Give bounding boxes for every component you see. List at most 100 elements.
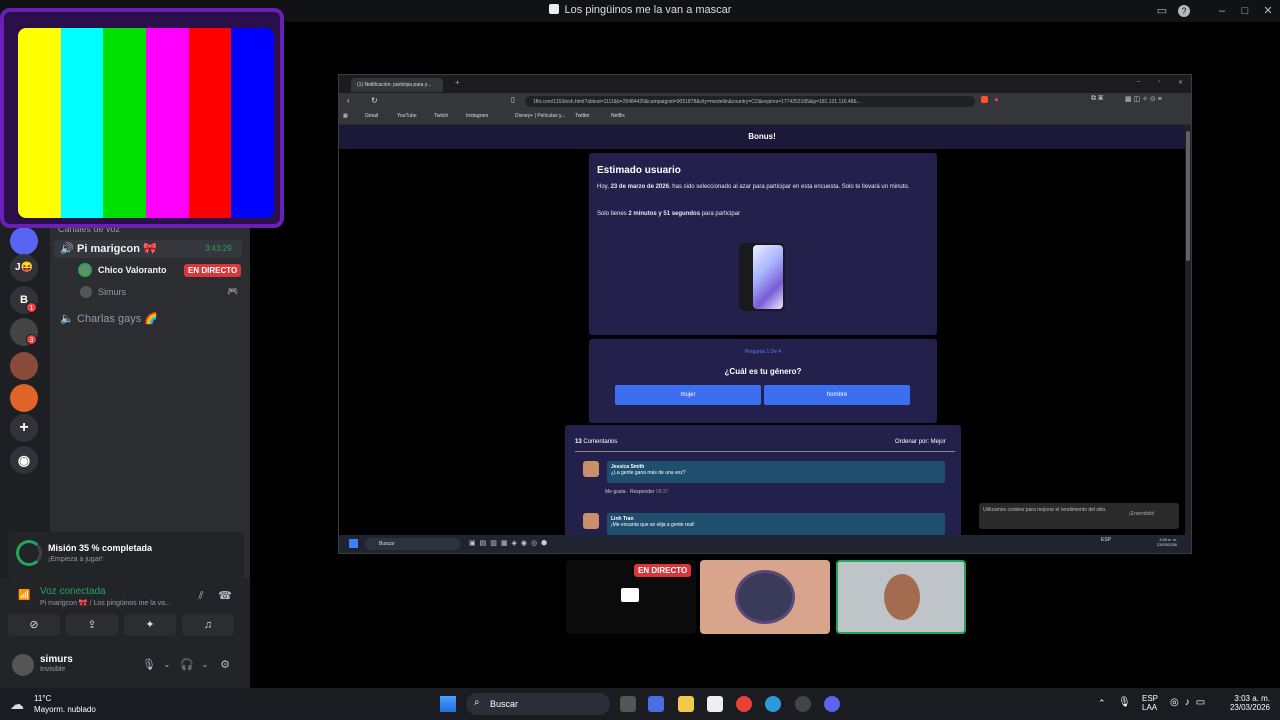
server-icon[interactable]: [10, 384, 38, 412]
bookmark-twitter[interactable]: Twitter: [575, 113, 590, 119]
scroll-thumb[interactable]: [1186, 131, 1190, 261]
minimize-icon[interactable]: –: [1137, 79, 1140, 85]
bookmark-instagram[interactable]: Instagram: [466, 113, 488, 119]
headphones-icon[interactable]: 🎧: [180, 658, 194, 672]
microphone-icon[interactable]: 🎙: [1118, 697, 1131, 708]
copilot-icon[interactable]: [648, 696, 664, 712]
reload-icon[interactable]: ↻: [371, 96, 378, 105]
camera-off-button[interactable]: ⊘: [8, 614, 60, 636]
taskbar-apps: ▣▤▥▦◈◉◎⬢: [469, 540, 552, 547]
address-bar[interactable]: 1fkt.com/1153/esh.html?abtest=1111&b=254…: [525, 96, 975, 107]
avatar[interactable]: [12, 654, 34, 676]
inbox-icon[interactable]: ▭: [1154, 3, 1170, 19]
gamepad-icon: 🎮: [227, 286, 239, 296]
voice-status-subtitle[interactable]: Pi marigcon 🎀 / Los pingüinos me la va..…: [40, 599, 190, 607]
activities-button[interactable]: ✦: [124, 614, 176, 636]
divider: [575, 451, 955, 452]
question-card: Pregunta 1 De 4 ¿Cuál es tu género? muje…: [589, 339, 937, 423]
chrome-icon[interactable]: [736, 696, 752, 712]
search-box[interactable]: ⌕ Buscar: [466, 693, 610, 715]
tray-status-icons[interactable]: ◎♪▭: [1170, 697, 1211, 708]
answer-mujer-button[interactable]: mujer: [615, 385, 761, 405]
maximize-icon[interactable]: ▫: [1158, 79, 1160, 85]
brave-shield-icon[interactable]: [981, 96, 988, 103]
help-icon[interactable]: ?: [1178, 5, 1190, 17]
apps-icon[interactable]: ▦: [343, 113, 348, 119]
back-icon[interactable]: ‹: [347, 96, 350, 105]
live-badge: EN DIRECTO: [184, 264, 242, 277]
server-icon[interactable]: [10, 352, 38, 380]
sort-dropdown[interactable]: Ordenar por: Mejor: [895, 439, 946, 445]
voice-user-name[interactable]: Chico Valoranto: [98, 265, 167, 275]
question-step: Pregunta 1 De 4: [744, 349, 782, 355]
app-icon[interactable]: [795, 696, 811, 712]
close-button[interactable]: ✕: [1260, 3, 1276, 19]
comment-bubble: Linh Tran ¡Me encanta que se elija a gen…: [607, 513, 945, 535]
weather-desc[interactable]: Mayorm. nublado: [34, 705, 96, 714]
discord-icon[interactable]: [824, 696, 840, 712]
chevron-down-icon[interactable]: ⌄: [160, 658, 174, 672]
bookmark-youtube[interactable]: YouTube: [397, 113, 417, 119]
timer-paragraph: Solo tienes 2 minutos y 51 segundos para…: [597, 211, 741, 217]
file-explorer-icon[interactable]: [678, 696, 694, 712]
server-j[interactable]: J😝: [10, 254, 38, 282]
browser-tabbar: (1) Notificación: participa para y... + …: [339, 75, 1191, 93]
chevron-up-icon[interactable]: ⌃: [1098, 698, 1106, 709]
voice-channel-name[interactable]: Charlas gays 🌈: [77, 312, 158, 325]
survey-intro-card: Estimado usuario Hoy, 23 de marzo de 202…: [589, 153, 937, 335]
chevron-down-icon[interactable]: ⌄: [198, 658, 212, 672]
maximize-button[interactable]: □: [1237, 3, 1253, 19]
avatar[interactable]: [78, 263, 92, 277]
participant-tile[interactable]: [700, 560, 830, 634]
bookmark-icon[interactable]: ▯: [511, 96, 515, 104]
clock[interactable]: 3:03 a. m. 23/03/2026: [1226, 694, 1270, 712]
store-icon[interactable]: [707, 696, 723, 712]
bookmark-gmail[interactable]: Gmail: [365, 113, 378, 119]
rewards-icon[interactable]: ▲: [993, 96, 1000, 103]
new-tab-icon[interactable]: +: [455, 78, 460, 87]
unread-badge: 3: [26, 334, 37, 345]
windows-start-icon[interactable]: [440, 696, 456, 712]
disconnect-icon[interactable]: ☎: [218, 589, 232, 603]
weather-temp[interactable]: 11°C: [34, 694, 51, 703]
page-scrollbar[interactable]: [1185, 125, 1191, 535]
toolbar-icons[interactable]: ▦ ◫ ✧ ⊙ ≡: [1125, 95, 1162, 103]
bookmark-disney[interactable]: Disney+ | Películas y...: [515, 113, 565, 119]
minimize-button[interactable]: –: [1214, 3, 1230, 19]
task-view-icon[interactable]: [620, 696, 636, 712]
close-icon[interactable]: ✕: [1178, 79, 1183, 86]
edge-icon[interactable]: [765, 696, 781, 712]
username[interactable]: simurs: [40, 654, 73, 665]
voice-status-title[interactable]: Voz conectada: [40, 586, 106, 597]
search-icon: ⌕: [474, 697, 480, 708]
question-text: ¿Cuál es tu género?: [724, 367, 802, 376]
comment-actions[interactable]: Me gusta · Responder 09:37: [605, 489, 668, 495]
cookie-accept-button[interactable]: ¡Entendido!: [1129, 511, 1155, 517]
explore-icon[interactable]: ◉: [10, 446, 38, 474]
browser-tab[interactable]: (1) Notificación: participa para y...: [351, 78, 443, 92]
bookmark-netflix[interactable]: Netflix: [611, 113, 625, 119]
add-server-icon[interactable]: +: [10, 414, 38, 442]
noise-suppression-icon[interactable]: ⫽: [194, 589, 208, 603]
stream-tile-screen[interactable]: EN DIRECTO: [566, 560, 696, 634]
answer-hombre-button[interactable]: hombre: [764, 385, 910, 405]
screen-share-button[interactable]: ⇪: [66, 614, 118, 636]
bookmark-twitch[interactable]: Twitch: [434, 113, 448, 119]
input-lang[interactable]: ESP LAA: [1142, 694, 1158, 712]
signal-icon: 📶: [18, 590, 31, 601]
mission-panel[interactable]: Misión 35 % completada ¡Empieza a jugar!: [8, 532, 244, 578]
soundboard-button[interactable]: ♫: [182, 614, 234, 636]
microphone-icon[interactable]: 🎙: [142, 658, 156, 672]
mission-subtitle: ¡Empieza a jugar!: [48, 556, 103, 563]
settings-gear-icon[interactable]: ⚙: [218, 658, 232, 672]
weather-icon[interactable]: ☁: [10, 696, 24, 713]
server-icon[interactable]: [10, 227, 38, 255]
avatar[interactable]: [80, 286, 92, 298]
voice-user-name[interactable]: Simurs: [98, 287, 126, 297]
color-bar: [18, 28, 61, 218]
extensions-icon[interactable]: ⧉ ▣: [1091, 95, 1103, 103]
comment-text: ¿La gente gana más de una vez?: [611, 470, 686, 476]
browser-toolbar: ‹ ↻ ▯ 1fkt.com/1153/esh.html?abtest=1111…: [339, 93, 1191, 109]
color-bar: [146, 28, 189, 218]
participant-tile-speaking[interactable]: [836, 560, 966, 634]
